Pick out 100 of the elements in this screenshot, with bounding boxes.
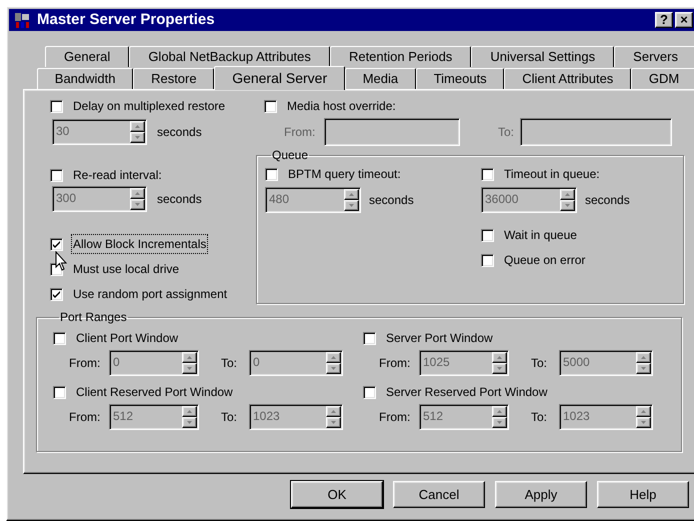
tab[interactable]: Bandwidth	[37, 68, 134, 89]
down-arrow-icon	[349, 204, 354, 207]
spin-down-button[interactable]	[326, 417, 341, 428]
up-arrow-icon	[135, 192, 140, 195]
up-arrow-icon	[331, 356, 336, 359]
checkbox[interactable]	[50, 238, 63, 250]
field-label: From:	[284, 124, 316, 141]
checkbox-label: Server Reserved Port Window	[385, 384, 548, 401]
checkbox-label: Delay on multiplexed restore	[72, 98, 226, 115]
checkbox[interactable]	[363, 386, 376, 398]
spin-field[interactable]: 480	[265, 187, 361, 213]
spin-down-button[interactable]	[130, 199, 145, 210]
up-arrow-icon	[187, 356, 192, 359]
checkbox-label: Wait in queue	[503, 227, 578, 244]
dialog-button[interactable]: Apply	[495, 481, 587, 508]
checkbox[interactable]	[363, 332, 376, 344]
spin-up-button[interactable]	[636, 352, 651, 363]
down-arrow-icon	[331, 421, 336, 424]
spin-field[interactable]: 0	[109, 350, 199, 376]
spin-field[interactable]: 1023	[559, 404, 653, 430]
field-label: To:	[498, 124, 516, 141]
spin-down-button[interactable]	[560, 200, 575, 211]
help-button[interactable]: ?	[655, 12, 673, 28]
up-arrow-icon	[497, 410, 502, 413]
dialog-button[interactable]: OK	[291, 481, 383, 508]
spin-field[interactable]: 512	[419, 404, 509, 430]
checkbox[interactable]	[50, 288, 63, 300]
group-title: Queue	[271, 147, 310, 164]
checkbox-label: BPTM query timeout:	[287, 166, 402, 183]
checkbox[interactable]	[50, 100, 63, 112]
spin-field[interactable]: 30	[52, 119, 147, 145]
field-label: From:	[379, 355, 412, 372]
spin-down-button[interactable]	[182, 417, 197, 428]
checkbox-label: Timeout in queue:	[503, 166, 601, 183]
spin-field[interactable]: 0	[249, 350, 343, 376]
tab[interactable]: General Server	[214, 66, 345, 90]
spin-up-button[interactable]	[560, 189, 575, 200]
tab[interactable]: Client Attributes	[504, 68, 632, 89]
spin-down-button[interactable]	[326, 363, 341, 374]
spin-field[interactable]: 1023	[249, 404, 343, 430]
tab[interactable]: Retention Periods	[330, 46, 472, 67]
spin-field[interactable]: 36000	[481, 187, 577, 213]
spin-up-button[interactable]	[182, 406, 197, 417]
spin-down-button[interactable]	[492, 363, 507, 374]
check-icon	[53, 290, 60, 298]
spin-down-button[interactable]	[130, 132, 145, 143]
checkbox[interactable]	[481, 228, 494, 242]
checkbox[interactable]	[53, 332, 66, 344]
spin-field[interactable]: 512	[109, 404, 199, 430]
spin-field[interactable]: 1025	[419, 350, 509, 376]
field-label: To:	[221, 355, 238, 372]
checkbox[interactable]	[264, 100, 277, 112]
checkbox[interactable]	[265, 168, 278, 180]
up-arrow-icon	[187, 410, 192, 413]
spin-up-button[interactable]	[492, 406, 507, 417]
tab[interactable]: Universal Settings	[471, 46, 614, 67]
tab[interactable]: Global NetBackup Attributes	[129, 46, 330, 67]
tab[interactable]: General	[45, 46, 130, 67]
spin-down-button[interactable]	[492, 417, 507, 428]
to-field[interactable]	[520, 118, 672, 146]
spin-up-button[interactable]	[326, 406, 341, 417]
up-arrow-icon	[331, 410, 336, 413]
down-arrow-icon	[135, 136, 140, 139]
close-button[interactable]: ×	[675, 12, 693, 28]
spin-field[interactable]: 5000	[559, 350, 653, 376]
spin-up-button[interactable]	[636, 406, 651, 417]
checkbox[interactable]	[481, 254, 494, 266]
spin-up-button[interactable]	[130, 121, 145, 132]
spin-down-button[interactable]	[344, 200, 359, 211]
checkbox[interactable]	[50, 168, 63, 182]
up-arrow-icon	[349, 193, 354, 196]
spin-up-button[interactable]	[130, 188, 145, 199]
check-icon	[53, 240, 60, 248]
down-arrow-icon	[641, 421, 646, 424]
checkbox[interactable]	[53, 386, 66, 398]
dialog-button[interactable]: Help	[597, 481, 689, 508]
tab[interactable]: GDM	[631, 68, 694, 89]
up-arrow-icon	[135, 125, 140, 128]
down-arrow-icon	[497, 367, 502, 370]
spin-down-button[interactable]	[182, 363, 197, 374]
unit-label: seconds	[369, 192, 414, 209]
tab[interactable]: Media	[344, 68, 416, 89]
spin-down-button[interactable]	[636, 363, 651, 374]
unit-label: seconds	[585, 192, 630, 209]
spin-down-button[interactable]	[636, 417, 651, 428]
checkbox-label: Re-read interval:	[72, 167, 163, 184]
checkbox[interactable]	[481, 168, 494, 180]
spin-up-button[interactable]	[182, 352, 197, 363]
tab[interactable]: Servers	[614, 46, 694, 67]
spin-up-button[interactable]	[326, 352, 341, 363]
from-field[interactable]	[324, 118, 460, 146]
tab[interactable]: Timeouts	[416, 68, 504, 89]
tab[interactable]: Restore	[133, 68, 214, 89]
spin-up-button[interactable]	[344, 189, 359, 200]
down-arrow-icon	[135, 203, 140, 206]
dialog-button[interactable]: Cancel	[393, 481, 485, 508]
up-arrow-icon	[565, 193, 570, 196]
group-title: Port Ranges	[59, 309, 128, 326]
spin-field[interactable]: 300	[52, 186, 147, 212]
spin-up-button[interactable]	[492, 352, 507, 363]
